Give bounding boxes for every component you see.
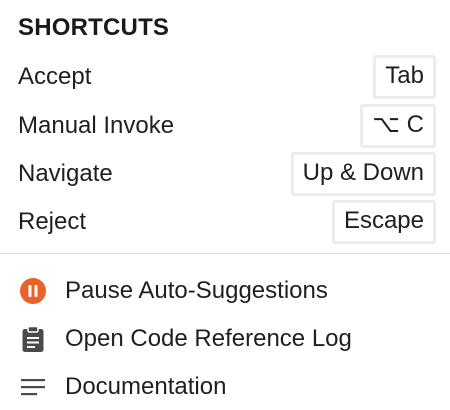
lines-icon bbox=[18, 372, 48, 402]
shortcut-row-accept: Accept Tab bbox=[18, 55, 436, 99]
shortcut-label: Navigate bbox=[18, 160, 113, 187]
shortcut-label: Accept bbox=[18, 63, 92, 90]
shortcuts-title: SHORTCUTS bbox=[18, 14, 170, 41]
shortcut-key: Tab bbox=[373, 55, 436, 99]
clipboard-icon bbox=[18, 324, 48, 354]
documentation-button[interactable]: Documentation bbox=[18, 367, 438, 407]
shortcut-key: Up & Down bbox=[290, 152, 436, 196]
shortcut-key: Escape bbox=[331, 200, 436, 244]
shortcut-label: Manual Invoke bbox=[18, 112, 175, 139]
shortcut-key: ⌥ C bbox=[360, 104, 436, 148]
menu-item-label: Documentation bbox=[65, 373, 227, 400]
divider bbox=[0, 253, 450, 254]
shortcuts-popup: SHORTCUTS Accept Tab Manual Invoke ⌥ C N… bbox=[0, 0, 450, 410]
menu-item-label: Pause Auto-Suggestions bbox=[65, 277, 328, 304]
shortcut-row-reject: Reject Escape bbox=[18, 200, 436, 244]
pause-auto-suggestions-button[interactable]: Pause Auto-Suggestions bbox=[18, 271, 438, 311]
shortcut-row-navigate: Navigate Up & Down bbox=[18, 152, 436, 196]
shortcut-label: Reject bbox=[18, 208, 87, 235]
shortcut-row-manual-invoke: Manual Invoke ⌥ C bbox=[18, 104, 436, 148]
menu-item-label: Open Code Reference Log bbox=[65, 325, 352, 352]
pause-icon bbox=[18, 276, 48, 306]
open-code-reference-log-button[interactable]: Open Code Reference Log bbox=[18, 319, 438, 359]
